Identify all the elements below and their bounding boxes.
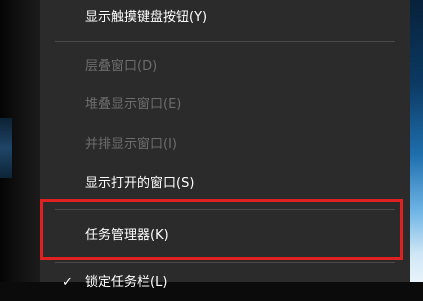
menu-item-task-manager[interactable]: 任务管理器(K) [40,218,410,254]
checkmark-icon: ✓ [62,275,73,290]
menu-separator [55,41,395,42]
menu-item-label: 任务管理器(K) [85,228,169,243]
background-window-edge [0,118,12,178]
menu-item-lock-taskbar[interactable]: ✓ 锁定任务栏(L) [40,265,410,301]
taskbar-context-menu: 显示触摸键盘按钮(Y) 层叠窗口(D) 堆叠显示窗口(E) 并排显示窗口(I) … [40,0,410,290]
desktop-wallpaper [410,0,423,282]
background-left [0,0,40,282]
menu-item-label: 显示打开的窗口(S) [85,176,195,191]
menu-item-show-touch-keyboard[interactable]: 显示触摸键盘按钮(Y) [40,0,410,36]
menu-item-label: 并排显示窗口(I) [85,137,177,152]
menu-item-label: 堆叠显示窗口(E) [85,97,182,112]
menu-item-label: 锁定任务栏(L) [85,275,168,290]
menu-item-stack-windows[interactable]: 堆叠显示窗口(E) [40,87,410,123]
menu-item-side-by-side-windows[interactable]: 并排显示窗口(I) [40,127,410,163]
menu-item-label: 层叠窗口(D) [85,59,158,74]
menu-separator [55,209,395,210]
menu-separator [55,262,395,263]
menu-item-show-open-windows[interactable]: 显示打开的窗口(S) [40,166,410,202]
menu-item-cascade-windows[interactable]: 层叠窗口(D) [40,49,410,85]
menu-item-label: 显示触摸键盘按钮(Y) [85,10,208,25]
